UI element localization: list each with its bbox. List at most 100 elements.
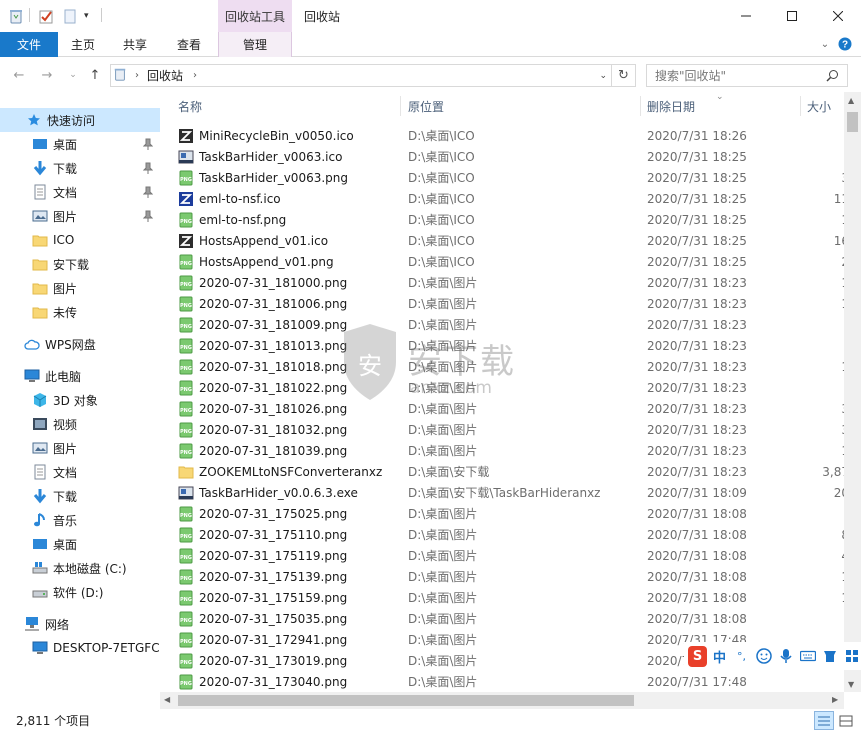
nav-3d-objects[interactable]: 3D 对象 — [0, 388, 160, 412]
nav-pc-downloads[interactable]: 下载 — [0, 484, 160, 508]
png-icon: PNG — [178, 443, 194, 459]
file-row[interactable]: TaskBarHider_v0.0.6.3.exe D:\桌面\安下载\TaskB… — [160, 482, 861, 503]
file-row[interactable]: PNG 2020-07-31_181026.png D:\桌面\图片 2020/7/3… — [160, 398, 861, 419]
nav-network-desktop[interactable]: DESKTOP-7ETGFC — [0, 636, 160, 660]
address-dropdown-icon[interactable]: ⌄ — [599, 71, 607, 81]
nav-pc-pictures[interactable]: 图片 — [0, 436, 160, 460]
ribbon-expand-icon[interactable]: ⌄ — [816, 32, 834, 56]
scroll-up-icon[interactable]: ▲ — [848, 96, 854, 105]
nav-music[interactable]: 音乐 — [0, 508, 160, 532]
file-row[interactable]: PNG 2020-07-31_181013.png D:\桌面\图片 2020/7/3… — [160, 335, 861, 356]
file-row[interactable]: PNG TaskBarHider_v0063.png D:\桌面\ICO 2020/7… — [160, 167, 861, 188]
microphone-icon[interactable] — [776, 646, 795, 667]
forward-button[interactable]: → — [38, 66, 56, 84]
nav-item-desktop[interactable]: 桌面 — [0, 132, 160, 156]
tab-view[interactable]: 查看 — [164, 32, 214, 56]
nav-pc-documents[interactable]: 文档 — [0, 460, 160, 484]
breadcrumb-recycle-bin[interactable]: 回收站 — [147, 67, 183, 84]
scroll-right-icon[interactable]: ▶ — [832, 695, 838, 704]
file-row[interactable]: HostsAppend_v01.ico D:\桌面\ICO 2020/7/31 18… — [160, 230, 861, 251]
tab-manage[interactable]: 管理 — [218, 32, 292, 57]
tab-home[interactable]: 主页 — [58, 32, 108, 56]
file-row[interactable]: PNG 2020-07-31_175035.png D:\桌面\图片 2020/7/3… — [160, 608, 861, 629]
column-header-location[interactable]: 原位置 — [408, 92, 638, 120]
nav-item-untransferred[interactable]: 未传 — [0, 300, 160, 324]
file-row[interactable]: TaskBarHider_v0063.ico D:\桌面\ICO 2020/7/31… — [160, 146, 861, 167]
nav-pc-desktop[interactable]: 桌面 — [0, 532, 160, 556]
skin-icon[interactable] — [820, 646, 839, 667]
file-row[interactable]: PNG 2020-07-31_175025.png D:\桌面\图片 2020/7/3… — [160, 503, 861, 524]
file-row[interactable]: PNG 2020-07-31_181006.png D:\桌面\图片 2020/7/3… — [160, 293, 861, 314]
large-icons-view-button[interactable] — [836, 711, 856, 730]
file-row[interactable]: MiniRecycleBin_v0050.ico D:\桌面\ICO 2020/7/… — [160, 125, 861, 146]
nav-network[interactable]: 网络 — [0, 612, 160, 636]
maximize-button[interactable] — [769, 0, 815, 32]
search-input[interactable]: 搜索"回收站" — [646, 64, 848, 87]
nav-this-pc[interactable]: 此电脑 — [0, 364, 160, 388]
up-button[interactable]: ↑ — [86, 66, 104, 84]
contextual-tab-group: 回收站工具 — [218, 0, 292, 32]
refresh-button[interactable]: ↻ — [612, 64, 636, 87]
toolbox-icon[interactable] — [842, 646, 861, 667]
nav-item-pictures[interactable]: 图片 — [0, 204, 160, 228]
vertical-scroll-thumb[interactable] — [847, 112, 858, 132]
file-row[interactable]: ZOOKEMLtoNSFConverteranxz D:\桌面\安下载 2020/7… — [160, 461, 861, 482]
details-view-button[interactable] — [814, 711, 834, 730]
new-folder-icon[interactable] — [62, 8, 78, 24]
column-header-size[interactable]: 大小 — [807, 92, 847, 120]
file-row[interactable]: PNG HostsAppend_v01.png D:\桌面\ICO 2020/7/31… — [160, 251, 861, 272]
file-row[interactable]: PNG 2020-07-31_175110.png D:\桌面\图片 2020/7/3… — [160, 524, 861, 545]
nav-videos[interactable]: 视频 — [0, 412, 160, 436]
file-row[interactable]: PNG 2020-07-31_181000.png D:\桌面\图片 2020/7/3… — [160, 272, 861, 293]
ime-mode-toggle[interactable]: 中 — [710, 646, 729, 667]
file-row[interactable]: PNG 2020-07-31_175139.png D:\桌面\图片 2020/7/3… — [160, 566, 861, 587]
column-header-deleted-date[interactable]: 删除日期 — [647, 92, 797, 120]
nav-wps-drive[interactable]: WPS网盘 — [0, 332, 160, 356]
nav-drive-c[interactable]: 本地磁盘 (C:) — [0, 556, 160, 580]
tab-file[interactable]: 文件 — [0, 32, 58, 57]
nav-item-anxz[interactable]: 安下载 — [0, 252, 160, 276]
file-row[interactable]: PNG 2020-07-31_181009.png D:\桌面\图片 2020/7/3… — [160, 314, 861, 335]
horizontal-scroll-thumb[interactable] — [178, 695, 634, 706]
minimize-button[interactable] — [723, 0, 769, 32]
scroll-left-icon[interactable]: ◀ — [164, 695, 170, 704]
file-row[interactable]: PNG 2020-07-31_181039.png D:\桌面\图片 2020/7/3… — [160, 440, 861, 461]
file-row[interactable]: PNG 2020-07-31_181032.png D:\桌面\图片 2020/7/3… — [160, 419, 861, 440]
keyboard-icon[interactable] — [798, 646, 817, 667]
file-row[interactable]: PNG 2020-07-31_181018.png D:\桌面\图片 2020/7/3… — [160, 356, 861, 377]
original-location: D:\桌面\图片 — [408, 549, 478, 563]
nav-item-downloads[interactable]: 下载 — [0, 156, 160, 180]
file-row[interactable]: PNG eml-to-nsf.png D:\桌面\ICO 2020/7/31 18:2… — [160, 209, 861, 230]
scroll-down-icon[interactable]: ▼ — [848, 680, 854, 689]
file-row[interactable]: PNG 2020-07-31_175159.png D:\桌面\图片 2020/7/3… — [160, 587, 861, 608]
file-row[interactable]: PNG 2020-07-31_181022.png D:\桌面\图片 2020/7/3… — [160, 377, 861, 398]
emoji-icon[interactable] — [754, 646, 773, 667]
nav-quick-access[interactable]: 快速访问 — [0, 108, 160, 132]
qa-customize-icon[interactable]: ▾ — [84, 8, 89, 24]
close-button[interactable] — [815, 0, 861, 32]
column-divider[interactable] — [400, 96, 401, 116]
back-button[interactable]: ← — [10, 66, 28, 84]
horizontal-scrollbar[interactable]: ◀ ▶ — [160, 692, 844, 709]
search-icon[interactable] — [826, 69, 839, 85]
sogou-logo-icon[interactable]: S — [688, 645, 707, 667]
ime-punctuation-toggle[interactable]: °, — [732, 646, 751, 667]
file-row[interactable]: PNG 2020-07-31_175119.png D:\桌面\图片 2020/7/3… — [160, 545, 861, 566]
column-divider[interactable] — [640, 96, 641, 116]
help-icon[interactable]: ? — [836, 32, 854, 56]
column-divider[interactable] — [800, 96, 801, 116]
properties-icon[interactable] — [38, 8, 54, 24]
original-location: D:\桌面\ICO — [408, 192, 475, 206]
tab-share[interactable]: 共享 — [110, 32, 160, 56]
nav-item-documents[interactable]: 文档 — [0, 180, 160, 204]
column-header-name[interactable]: 名称 — [178, 92, 400, 120]
file-row[interactable]: PNG 2020-07-31_173040.png D:\桌面\图片 2020/7/3… — [160, 671, 861, 692]
nav-item-pictures-folder[interactable]: 图片 — [0, 276, 160, 300]
recent-locations-icon[interactable]: ⌄ — [64, 66, 82, 84]
nav-item-ico[interactable]: ICO — [0, 228, 160, 252]
nav-drive-d[interactable]: 软件 (D:) — [0, 580, 160, 604]
vertical-scrollbar[interactable]: ▲ ▼ — [844, 92, 861, 692]
png-icon: PNG — [178, 254, 194, 270]
file-row[interactable]: eml-to-nsf.ico D:\桌面\ICO 2020/7/31 18:25 11 — [160, 188, 861, 209]
address-bar[interactable]: › 回收站 › ⌄ — [110, 64, 612, 87]
